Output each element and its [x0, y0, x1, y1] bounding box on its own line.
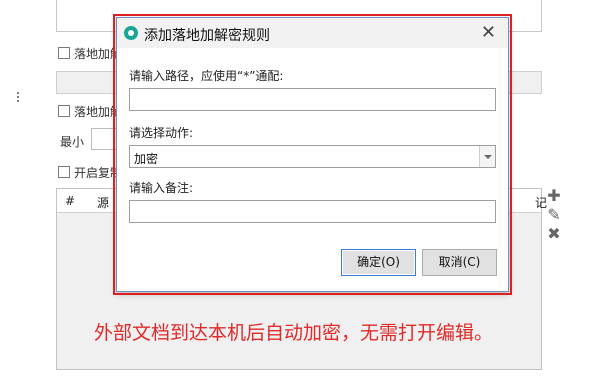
checkbox-2[interactable]: [58, 105, 70, 117]
drag-handle-icon[interactable]: [17, 90, 21, 104]
pencil-icon[interactable]: ✎: [546, 207, 562, 223]
screen: 落地加解 落地加解 最小 开启复制 # 源 记 ✚ ✎ ✖ 添加落地加解密规则 …: [0, 0, 600, 380]
table-header-source: 源: [97, 196, 110, 210]
highlight-frame: [113, 14, 512, 295]
x-icon[interactable]: ✖: [546, 226, 562, 242]
checkbox-1[interactable]: [58, 47, 70, 59]
min-label: 最小: [60, 135, 85, 149]
plus-icon[interactable]: ✚: [546, 188, 562, 204]
table-tools: ✚ ✎ ✖: [546, 188, 562, 245]
table-header-index: #: [65, 194, 76, 208]
checkbox-3[interactable]: [58, 166, 70, 178]
caption-text: 外部文档到达本机后自动加密，无需打开编辑。: [94, 322, 494, 344]
